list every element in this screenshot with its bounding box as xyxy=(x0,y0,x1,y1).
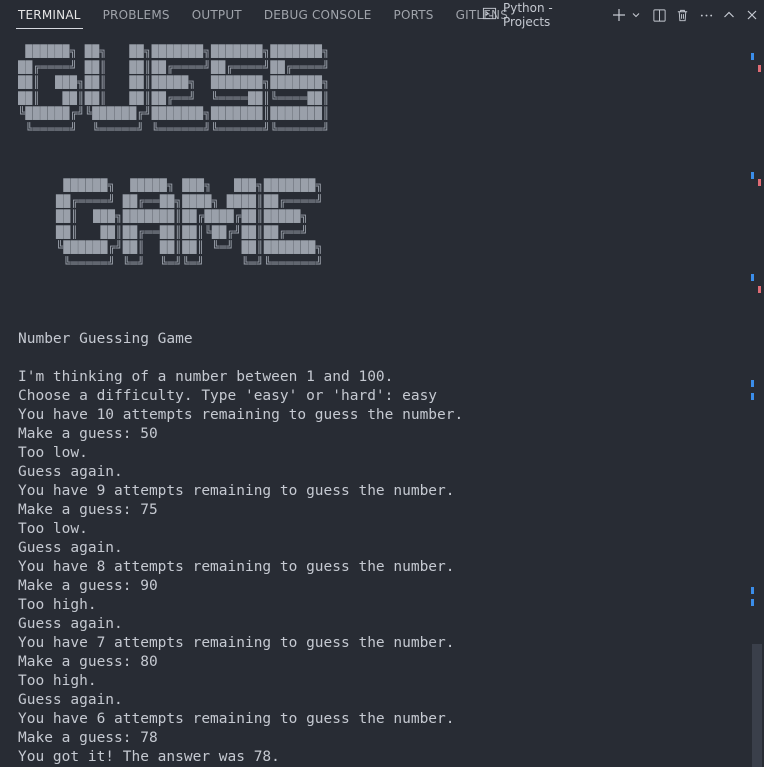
tab-terminal[interactable]: TERMINAL xyxy=(0,0,92,30)
scroll-marker xyxy=(758,286,761,293)
terminal-output[interactable]: ██████╗ ██╗ ██╗███████╗███████╗███████╗ … xyxy=(18,42,748,767)
scrollbar-thumb[interactable] xyxy=(752,644,762,767)
terminal-line: Too low. xyxy=(18,521,88,537)
trash-icon[interactable] xyxy=(671,3,694,27)
terminal-line: Too low. xyxy=(18,445,88,461)
scroll-marker xyxy=(751,599,754,606)
tab-ports[interactable]: PORTS xyxy=(383,0,445,30)
terminal-line: Too high. xyxy=(18,597,97,613)
ascii-banner-guess: ██████╗ ██╗ ██╗███████╗███████╗███████╗ … xyxy=(18,44,330,136)
scroll-marker xyxy=(751,53,754,60)
terminal-line: Make a guess: 50 xyxy=(18,426,158,442)
scroll-marker xyxy=(758,179,761,186)
split-icon[interactable] xyxy=(648,3,671,27)
chevron-up-icon[interactable] xyxy=(718,3,741,27)
chevron-down-icon[interactable] xyxy=(631,3,643,27)
tab-problems[interactable]: PROBLEMS xyxy=(92,0,181,30)
scroll-marker xyxy=(751,587,754,594)
ascii-banner-game: ██████╗ █████╗ ███╗ ███╗███████╗ ██╔════… xyxy=(56,178,324,270)
terminal-line: Guess again. xyxy=(18,464,123,480)
terminal-line: You have 9 attempts remaining to guess t… xyxy=(18,483,455,499)
terminal-line: Make a guess: 75 xyxy=(18,502,158,518)
scroll-marker xyxy=(758,65,761,72)
terminal-line: Too high. xyxy=(18,673,97,689)
scroll-marker xyxy=(751,172,754,179)
terminal-line: Guess again. xyxy=(18,540,123,556)
terminal-line: You have 6 attempts remaining to guess t… xyxy=(18,711,455,727)
terminal-line: You got it! The answer was 78. xyxy=(18,749,280,765)
terminal-line: Choose a difficulty. Type 'easy' or 'har… xyxy=(18,388,438,404)
scroll-marker xyxy=(751,274,754,281)
terminal-line: I'm thinking of a number between 1 and 1… xyxy=(18,369,394,385)
tab-output[interactable]: OUTPUT xyxy=(181,0,253,30)
terminal-line: You have 7 attempts remaining to guess t… xyxy=(18,635,455,651)
terminal-line: Make a guess: 80 xyxy=(18,654,158,670)
scroll-marker xyxy=(751,393,754,400)
terminal-line: Make a guess: 90 xyxy=(18,578,158,594)
scroll-marker xyxy=(751,380,754,387)
terminal-name: Python - Projects xyxy=(503,1,553,29)
terminal-selector[interactable]: Python - Projects xyxy=(482,1,600,29)
terminal-line: Guess again. xyxy=(18,616,123,632)
terminal-lines: Number Guessing Game I'm thinking of a nu… xyxy=(18,330,463,767)
plus-icon[interactable] xyxy=(607,3,630,27)
terminal-line: Make a guess: 78 xyxy=(18,730,158,746)
terminal-icon xyxy=(482,6,497,24)
terminal-line: Number Guessing Game xyxy=(18,331,193,347)
tab-debug-console[interactable]: DEBUG CONSOLE xyxy=(253,0,383,30)
more-icon[interactable] xyxy=(694,3,717,27)
close-icon[interactable] xyxy=(741,3,764,27)
terminal-toolbar: Python - Projects xyxy=(482,0,764,30)
terminal-line: You have 10 attempts remaining to guess … xyxy=(18,407,464,423)
terminal-scrollbar[interactable] xyxy=(750,30,764,767)
terminal-line: You have 8 attempts remaining to guess t… xyxy=(18,559,455,575)
terminal-line: Guess again. xyxy=(18,692,123,708)
